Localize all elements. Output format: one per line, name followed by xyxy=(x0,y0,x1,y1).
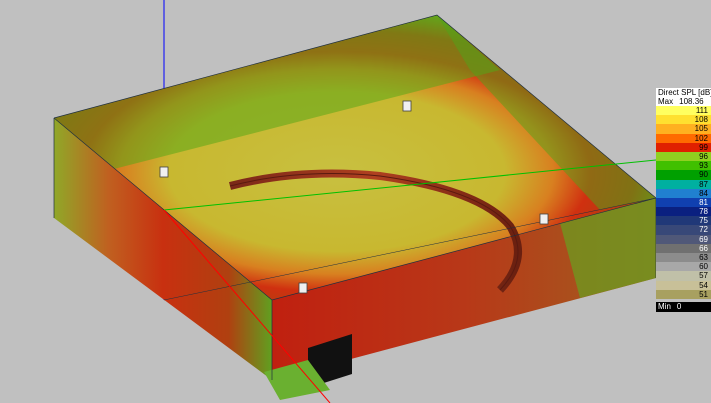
legend-level: 57 xyxy=(656,271,711,281)
legend-level: 105 xyxy=(656,124,711,134)
legend-level: 72 xyxy=(656,225,711,235)
legend-level: 54 xyxy=(656,280,711,290)
legend-level: 90 xyxy=(656,170,711,180)
legend-level: 69 xyxy=(656,234,711,244)
legend-level: 60 xyxy=(656,262,711,272)
legend-min-label: Min xyxy=(658,301,671,311)
speaker-icon[interactable] xyxy=(402,100,412,112)
legend-color-scale: 111 108 105 102 99 96 93 90 87 84 81 78 75 72 69 66 63 60… xyxy=(656,106,711,299)
legend-level: 108 xyxy=(656,115,711,125)
legend-max-label: Max xyxy=(658,97,674,106)
legend-level: 63 xyxy=(656,253,711,263)
speaker-icon[interactable] xyxy=(539,213,549,225)
legend-level: 99 xyxy=(656,142,711,152)
legend-level: 93 xyxy=(656,161,711,171)
spl-3d-viewport[interactable] xyxy=(0,0,711,403)
legend-max-row: Max 108.36 xyxy=(656,97,711,106)
legend-level: 102 xyxy=(656,133,711,143)
legend-level: 87 xyxy=(656,179,711,189)
legend-level: 84 xyxy=(656,188,711,198)
legend-level: 81 xyxy=(656,197,711,208)
legend-level: 75 xyxy=(656,216,711,226)
speaker-icon[interactable] xyxy=(298,282,308,294)
spl-legend: Direct SPL [dB] Max 108.36 111 108 105 102 99… xyxy=(656,88,711,316)
legend-level: 78 xyxy=(656,207,711,217)
speaker-icon[interactable] xyxy=(159,166,169,178)
legend-level: 96 xyxy=(656,151,711,162)
legend-max-value: 108.36 xyxy=(679,97,704,106)
legend-min-row: Min 0 xyxy=(656,301,711,312)
legend-level: 66 xyxy=(656,243,711,253)
legend-level: 111 xyxy=(656,106,711,116)
legend-level: 51 xyxy=(656,289,711,299)
legend-min-value: 0 xyxy=(676,301,682,311)
legend-title: Direct SPL [dB] xyxy=(656,88,711,97)
